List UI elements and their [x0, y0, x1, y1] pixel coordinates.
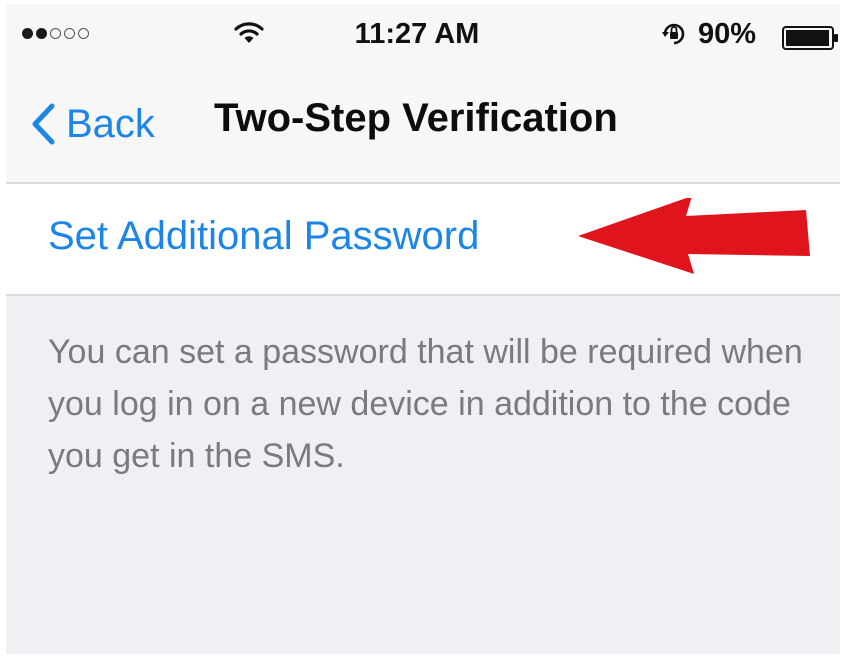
back-button[interactable]: Back — [30, 94, 155, 154]
rotation-lock-icon — [662, 23, 685, 45]
red-arrow-icon — [578, 198, 810, 274]
phone-screen: 11:27 AM 90% Back Two-Step Verification … — [6, 4, 840, 654]
battery-percent: 90% — [698, 18, 757, 50]
status-bar: 11:27 AM 90% — [6, 4, 840, 70]
page-title: Two-Step Verification — [214, 96, 618, 140]
battery-icon — [782, 26, 838, 50]
set-additional-password-cell[interactable]: Set Additional Password — [6, 184, 840, 296]
chevron-left-icon — [32, 103, 55, 145]
password-description: You can set a password that will be requ… — [48, 333, 803, 475]
navigation-bar: Back Two-Step Verification — [6, 70, 840, 184]
back-label: Back — [66, 101, 155, 146]
set-additional-password-label: Set Additional Password — [48, 214, 480, 258]
